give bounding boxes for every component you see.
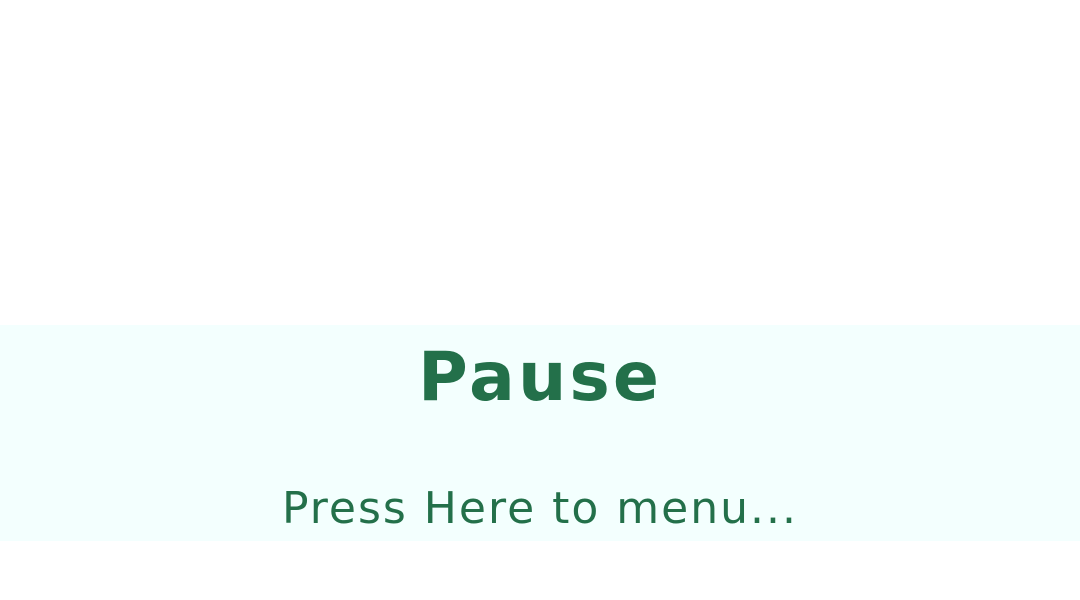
pause-title: Pause <box>418 338 662 417</box>
game-screen: Pause Press Here to menu... <box>0 0 1080 600</box>
return-to-menu-button[interactable]: Press Here to menu... <box>0 482 1080 536</box>
